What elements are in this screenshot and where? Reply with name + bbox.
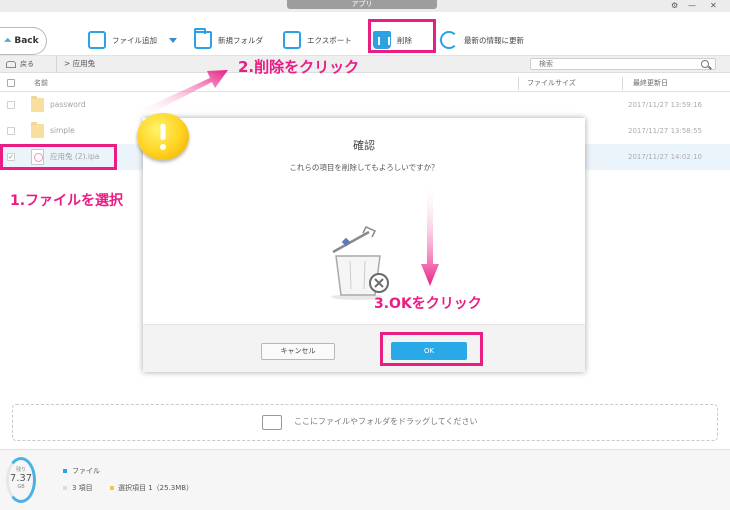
step1-label: 1.ファイルを選択 bbox=[10, 193, 124, 209]
column-divider bbox=[622, 77, 623, 90]
category-label: ファイル bbox=[72, 467, 100, 475]
dialog-footer: キャンセル OK bbox=[143, 324, 585, 372]
add-file-button[interactable]: ファイル追加 bbox=[88, 26, 177, 54]
select-all-checkbox[interactable] bbox=[7, 79, 15, 87]
selected-info: 選択項目 1（25.3MB） bbox=[118, 484, 194, 492]
storage-value: 7.37 bbox=[9, 473, 33, 484]
annotation-arrow-2 bbox=[421, 182, 439, 286]
drop-zone-text: ここにファイルやフォルダをドラッグしてください bbox=[294, 417, 478, 426]
new-folder-icon bbox=[194, 28, 212, 49]
file-highlight bbox=[0, 144, 117, 170]
title-bar: アプリ ⚙ — ✕ bbox=[0, 0, 730, 12]
cancel-button[interactable]: キャンセル bbox=[261, 343, 335, 360]
folder-drop-icon bbox=[262, 415, 282, 430]
delete-highlight bbox=[368, 19, 436, 53]
storage-unit: GB bbox=[17, 484, 25, 490]
export-icon bbox=[283, 31, 301, 49]
export-button[interactable]: エクスポート bbox=[283, 26, 352, 54]
search-input[interactable] bbox=[530, 58, 716, 70]
refresh-icon bbox=[440, 31, 458, 49]
new-folder-label: 新規フォルダ bbox=[218, 35, 263, 45]
storage-caption: 残り bbox=[15, 467, 26, 473]
column-divider bbox=[518, 77, 519, 90]
search-icon[interactable] bbox=[701, 60, 709, 68]
ok-highlight bbox=[380, 332, 483, 366]
warning-icon bbox=[137, 113, 189, 160]
drop-zone[interactable]: ここにファイルやフォルダをドラッグしてください bbox=[12, 404, 718, 441]
step2-label: 2.削除をクリック bbox=[238, 58, 360, 76]
export-label: エクスポート bbox=[307, 35, 352, 45]
new-folder-button[interactable]: 新規フォルダ bbox=[194, 26, 263, 54]
back-folder-icon bbox=[6, 60, 16, 68]
toolbar: ⏶ Back ファイル追加 新規フォルダ エクスポート 削除 最新の情報に更新 bbox=[0, 12, 730, 56]
settings-icon[interactable]: ⚙ bbox=[671, 1, 678, 10]
step3-label: 3.OKをクリック bbox=[374, 296, 482, 312]
breadcrumb[interactable]: > 应用兔 bbox=[64, 58, 95, 70]
add-file-label: ファイル追加 bbox=[112, 35, 157, 45]
selected-legend-icon bbox=[110, 486, 114, 490]
chevron-down-icon[interactable] bbox=[169, 37, 177, 43]
back-label: Back bbox=[14, 36, 39, 46]
column-modified[interactable]: 最終更新日 bbox=[633, 75, 668, 92]
back-arrow-icon: ⏶ bbox=[4, 36, 12, 46]
refresh-button[interactable]: 最新の情報に更新 bbox=[440, 26, 524, 54]
add-file-icon bbox=[88, 31, 106, 49]
window-title: アプリ bbox=[287, 0, 437, 9]
column-name[interactable]: 名前 bbox=[34, 75, 48, 92]
close-icon[interactable]: ✕ bbox=[710, 1, 717, 10]
file-legend-icon bbox=[63, 469, 67, 473]
path-back-button[interactable]: 戻る bbox=[6, 58, 34, 70]
refresh-label: 最新の情報に更新 bbox=[464, 35, 524, 45]
column-size[interactable]: ファイルサイズ bbox=[527, 75, 576, 92]
count-legend-icon bbox=[63, 486, 67, 490]
path-back-label: 戻る bbox=[20, 60, 34, 68]
back-button[interactable]: ⏶ Back bbox=[0, 27, 47, 55]
path-divider bbox=[56, 56, 57, 73]
minimize-icon[interactable]: — bbox=[688, 1, 696, 10]
storage-gauge: 残り 7.37 GB bbox=[6, 457, 36, 503]
path-bar: 戻る > 应用兔 bbox=[0, 56, 730, 73]
status-bar: 残り 7.37 GB ファイル 3 項目 選択項目 1（25.3MB） bbox=[0, 449, 730, 510]
list-header: 名前 ファイルサイズ 最終更新日 bbox=[0, 75, 730, 92]
item-count: 3 項目 bbox=[72, 484, 93, 492]
